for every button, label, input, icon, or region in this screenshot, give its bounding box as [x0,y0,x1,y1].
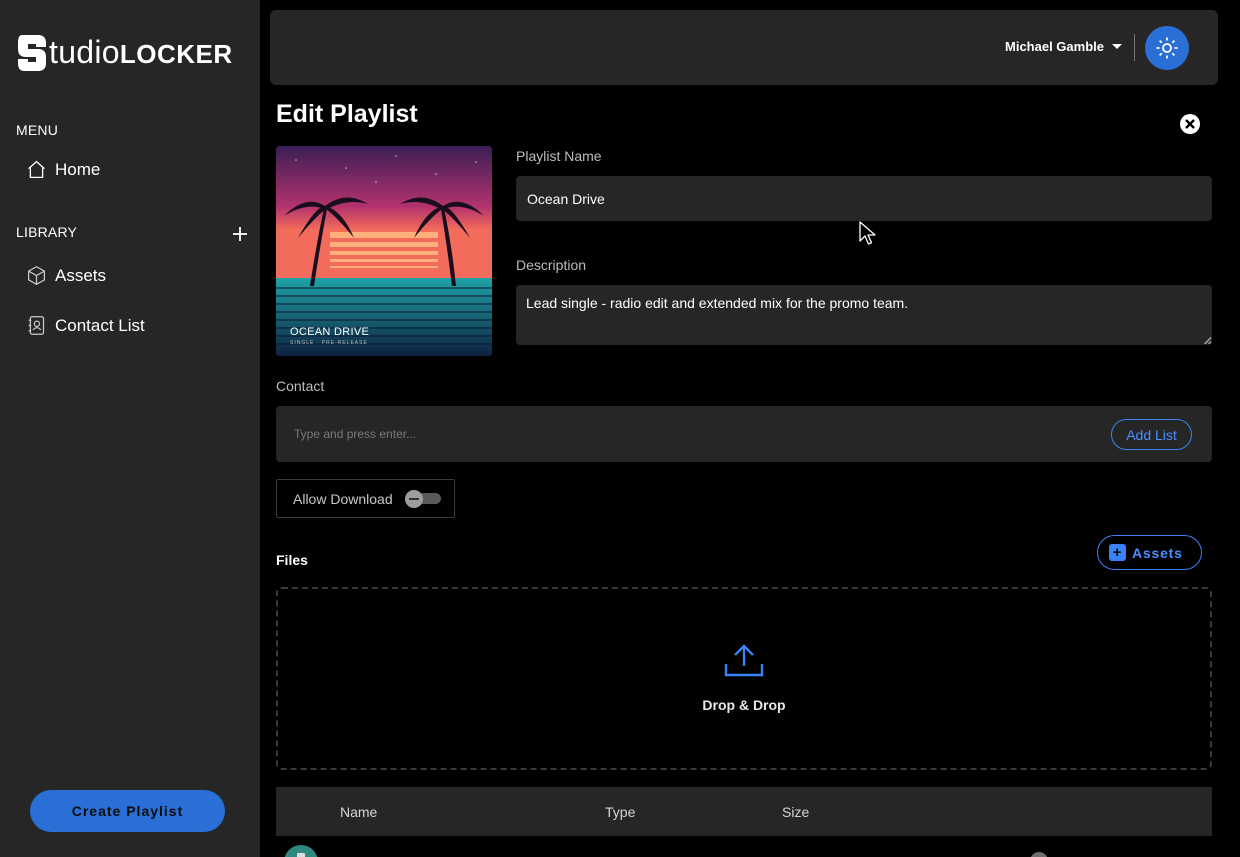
logo-text-suffix: LOCKER [119,39,233,69]
cover-title-text: OCEAN DRIVE [290,326,370,338]
logo-text-prefix: tudio [49,34,120,70]
header-divider [1134,34,1135,61]
playlist-name-label: Playlist Name [516,148,602,164]
description-label: Description [516,257,587,273]
contact-book-icon [28,316,45,335]
toggle-knob [405,490,423,508]
files-table-header: Name Type Size [276,787,1212,836]
home-icon [28,160,45,179]
file-dropzone[interactable]: Drop & Drop [276,587,1212,770]
user-name: Michael Gamble [1005,39,1104,54]
allow-download-toggle[interactable] [405,490,441,508]
file-row-avatar [284,845,318,857]
plus-square-icon: + [1109,544,1126,561]
allow-download-control: Allow Download [276,479,455,518]
playlist-name-input[interactable] [516,176,1212,221]
dropzone-text: Drop & Drop [702,697,786,713]
sun-icon [1156,37,1178,59]
cover-artwork-image [276,146,492,356]
sidebar-item-home[interactable]: Home [26,159,100,180]
sidebar-item-label: Contact List [55,315,145,335]
column-header-name[interactable]: Name [340,804,377,820]
library-section-label: LIBRARY [16,224,78,240]
playlist-cover-art[interactable]: OCEAN DRIVE SINGLE · PRE-RELEASE [276,146,492,356]
column-header-type[interactable]: Type [605,804,635,820]
cover-subtitle-text: SINGLE · PRE-RELEASE [290,340,368,346]
user-menu[interactable]: Michael Gamble [1005,39,1122,54]
column-header-size[interactable]: Size [782,804,809,820]
file-row-action-dot[interactable] [1030,852,1048,857]
page-title: Edit Playlist [276,100,418,128]
menu-section-label: MENU [16,122,59,138]
caret-down-icon [1112,44,1122,49]
allow-download-label: Allow Download [293,490,393,507]
files-label: Files [276,552,308,568]
sidebar: tudioLOCKER MENU Home LIBRARY Assets Con… [0,0,260,857]
close-icon[interactable] [1179,113,1201,135]
cube-icon [28,266,45,285]
theme-toggle-button[interactable] [1145,26,1189,70]
add-library-plus-icon[interactable] [230,224,250,244]
contact-field: Add List [276,406,1212,462]
add-assets-button[interactable]: + Assets [1097,535,1202,570]
sidebar-item-label: Home [55,159,101,179]
add-assets-label: Assets [1132,544,1183,561]
upload-icon [724,644,764,677]
add-list-button[interactable]: Add List [1111,419,1192,450]
brand-logo[interactable]: tudioLOCKER [16,32,233,74]
sidebar-item-contact-list[interactable]: Contact List [26,315,145,336]
mouse-cursor-icon [859,221,876,245]
logo-s-icon [18,35,46,71]
app-root: tudioLOCKER MENU Home LIBRARY Assets Con… [0,0,1240,857]
create-playlist-button[interactable]: Create Playlist [30,790,225,832]
top-header: Michael Gamble [270,10,1218,85]
sidebar-item-assets[interactable]: Assets [26,265,106,286]
description-textarea[interactable]: Lead single - radio edit and extended mi… [516,285,1212,345]
contact-input[interactable] [284,420,1084,448]
sidebar-item-label: Assets [55,265,107,285]
contact-label: Contact [276,378,325,394]
resize-grip-icon[interactable] [1203,336,1211,344]
